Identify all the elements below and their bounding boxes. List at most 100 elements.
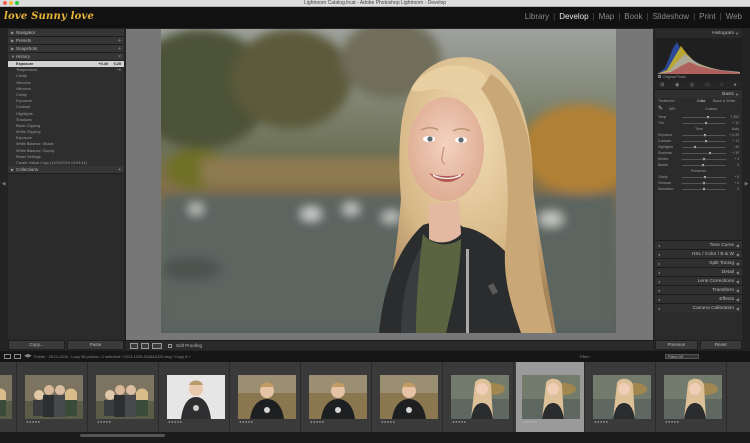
- main-photo[interactable]: [161, 29, 616, 333]
- section-header-split-toning[interactable]: ◂ Split Toning ◀: [655, 258, 742, 267]
- filmstrip-cell[interactable]: ★★★★★: [19, 362, 88, 432]
- rating-stars-icon[interactable]: ★★★★★: [452, 420, 466, 424]
- filmstrip-cell[interactable]: ★★★★★: [90, 362, 159, 432]
- highlights-slider[interactable]: [682, 146, 726, 148]
- copy-settings-button[interactable]: Copy...: [8, 340, 65, 350]
- original-photo-checkbox[interactable]: [658, 75, 661, 78]
- navigator-panel-header[interactable]: ▶ Navigator: [8, 29, 124, 37]
- rating-stars-icon[interactable]: ★★★★★: [97, 420, 111, 424]
- slider-knob-icon[interactable]: [701, 163, 704, 167]
- previous-settings-button[interactable]: Previous: [655, 340, 698, 350]
- section-header-camera-calibration[interactable]: ◂ Camera Calibration ◀: [655, 303, 742, 312]
- slider-knob-icon[interactable]: [706, 115, 709, 119]
- section-header-lens-corrections[interactable]: ◂ Lens Corrections ◀: [655, 276, 742, 285]
- module-book[interactable]: Book: [620, 12, 646, 21]
- section-header-tone-curve[interactable]: ◂ Tone Curve ◀: [655, 240, 742, 249]
- filmstrip-cell[interactable]: ★★★★★: [516, 362, 585, 432]
- filmstrip-cell[interactable]: ★★★★★: [0, 362, 17, 432]
- rating-stars-icon[interactable]: ★★★★★: [26, 420, 40, 424]
- filmstrip-cell[interactable]: ★★★★★: [445, 362, 514, 432]
- wb-preset-select[interactable]: Custom: [705, 104, 717, 114]
- filmstrip-cell[interactable]: ★★★★★: [303, 362, 372, 432]
- secondary-display-icon[interactable]: [4, 354, 11, 359]
- slider-knob-icon[interactable]: [704, 121, 707, 125]
- module-library[interactable]: Library: [521, 12, 553, 21]
- rating-stars-icon[interactable]: ★★★★★: [381, 420, 395, 424]
- rating-stars-icon[interactable]: ★★★★★: [168, 420, 182, 424]
- rating-stars-icon[interactable]: ★★★★★: [239, 420, 253, 424]
- reset-settings-button[interactable]: Reset: [699, 340, 742, 350]
- slider-knob-icon[interactable]: [703, 181, 706, 185]
- rating-stars-icon[interactable]: ★★★★★: [310, 420, 324, 424]
- filter-select[interactable]: Filters Off: [665, 354, 699, 359]
- history-panel-header[interactable]: ▼ History ×: [8, 53, 124, 61]
- add-snapshot-icon[interactable]: +: [118, 45, 121, 53]
- add-preset-icon[interactable]: +: [118, 37, 121, 45]
- section-header-detail[interactable]: ◂ Detail ◀: [655, 267, 742, 276]
- clear-history-icon[interactable]: ×: [118, 53, 121, 61]
- radial-filter-icon[interactable]: ○: [720, 82, 723, 88]
- slider-knob-icon[interactable]: [705, 139, 708, 143]
- filmstrip-cell[interactable]: ★★★★★: [232, 362, 301, 432]
- filmstrip-cell[interactable]: ★★★★★: [587, 362, 656, 432]
- slider-value[interactable]: 0: [737, 186, 739, 192]
- filmstrip-thumbnail[interactable]: [664, 375, 722, 419]
- section-header-hsl-color-b-w[interactable]: ◂ HSL / Color / B & W ◀: [655, 249, 742, 258]
- grid-view-icon[interactable]: [14, 354, 21, 359]
- filmstrip-scroll-thumb[interactable]: [80, 434, 165, 437]
- filmstrip-cell[interactable]: ★★★★★: [161, 362, 230, 432]
- wb-eyedropper-icon[interactable]: ✎: [658, 106, 663, 112]
- filmstrip-breadcrumb[interactable]: Folder : 2013-1205 - Lucy 35 photos / 1 …: [34, 351, 191, 362]
- before-after-cycle-icon[interactable]: [152, 343, 162, 349]
- filmstrip-thumbnail[interactable]: [238, 375, 296, 419]
- filmstrip-thumbnail[interactable]: [522, 375, 580, 419]
- add-collection-icon[interactable]: +: [118, 166, 121, 174]
- shadows-slider[interactable]: [682, 152, 726, 154]
- temp-slider[interactable]: [682, 116, 726, 118]
- filmstrip-thumbnail[interactable]: [593, 375, 651, 419]
- filmstrip-thumbnail[interactable]: [0, 375, 12, 419]
- filmstrip-thumbnail[interactable]: [380, 375, 438, 419]
- module-develop[interactable]: Develop: [555, 12, 592, 21]
- rating-stars-icon[interactable]: ★★★★★: [523, 420, 537, 424]
- soft-proofing-checkbox[interactable]: [168, 344, 172, 348]
- slider-knob-icon[interactable]: [709, 151, 712, 155]
- basic-panel-header[interactable]: Basic ▼: [655, 89, 742, 98]
- slider-knob-icon[interactable]: [703, 133, 706, 137]
- filmstrip-cell[interactable]: ★★★★★: [658, 362, 727, 432]
- rating-stars-icon[interactable]: ★★★★★: [594, 420, 608, 424]
- before-after-view-icon[interactable]: [141, 343, 149, 349]
- section-header-transform[interactable]: ◂ Transform ◀: [655, 285, 742, 294]
- identity-plate-logo[interactable]: love Sunny love: [4, 11, 94, 22]
- module-slideshow[interactable]: Slideshow: [649, 12, 693, 21]
- module-map[interactable]: Map: [595, 12, 619, 21]
- section-header-effects[interactable]: ◂ Effects ◀: [655, 294, 742, 303]
- graduated-filter-icon[interactable]: ▭: [705, 82, 710, 88]
- left-panel-toggle-icon[interactable]: ◀: [1, 180, 6, 188]
- image-canvas[interactable]: [126, 29, 653, 340]
- rating-stars-icon[interactable]: ★★★★★: [665, 420, 679, 424]
- panel-switch-icon[interactable]: ◂: [658, 304, 660, 313]
- red-eye-icon[interactable]: ◎: [690, 82, 694, 88]
- filmstrip-thumbnail[interactable]: [451, 375, 509, 419]
- filmstrip-thumbnail[interactable]: [25, 375, 83, 419]
- snapshots-panel-header[interactable]: ▶ Snapshots +: [8, 45, 124, 53]
- slider-knob-icon[interactable]: [703, 157, 706, 161]
- slider-knob-icon[interactable]: [702, 187, 705, 191]
- blacks-slider[interactable]: [682, 164, 726, 166]
- slider-knob-icon[interactable]: [693, 145, 696, 149]
- navigate-back-icon[interactable]: ◀▶: [24, 351, 32, 362]
- histogram-header[interactable]: Histogram ▼: [655, 29, 742, 38]
- filmstrip-thumbnail[interactable]: [96, 375, 154, 419]
- crop-tool-icon[interactable]: ⊞: [660, 82, 664, 88]
- paste-settings-button[interactable]: Paste: [67, 340, 124, 350]
- brush-tool-icon[interactable]: ●: [734, 82, 737, 88]
- contrast-slider[interactable]: [682, 140, 726, 142]
- filmstrip-scrollbar[interactable]: [0, 432, 750, 443]
- presets-panel-header[interactable]: ▶ Presets +: [8, 37, 124, 45]
- filmstrip-thumbnail[interactable]: [309, 375, 367, 419]
- filmstrip-thumbnail[interactable]: [167, 375, 225, 419]
- slider-knob-icon[interactable]: [703, 175, 706, 179]
- filmstrip-cell[interactable]: ★★★★★: [374, 362, 443, 432]
- spot-removal-icon[interactable]: ◉: [675, 82, 679, 88]
